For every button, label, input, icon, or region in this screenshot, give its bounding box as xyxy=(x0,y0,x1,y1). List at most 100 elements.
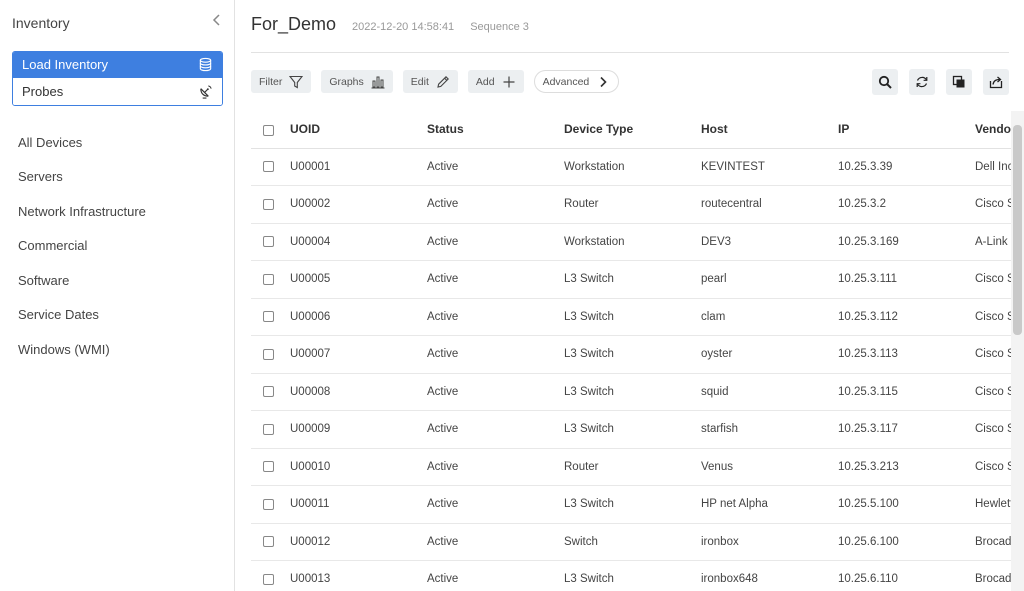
column-header-device-type[interactable]: Device Type xyxy=(564,111,701,149)
cell-status: Active xyxy=(427,485,564,524)
column-header-status[interactable]: Status xyxy=(427,111,564,149)
cell-vendor: Cisco Systems xyxy=(975,373,1011,411)
timestamp: 2022-12-20 14:58:41 xyxy=(352,21,455,33)
scrollbar-thumb[interactable] xyxy=(1013,125,1022,335)
table-row[interactable]: U00007 Active L3 Switch oyster 10.25.3.113 Ci… xyxy=(251,335,1011,374)
table-row[interactable]: U00009 Active L3 Switch starfish 10.25.3.117… xyxy=(251,410,1011,449)
row-checkbox[interactable] xyxy=(263,311,274,323)
probes-button[interactable]: Probes xyxy=(13,78,222,105)
cell-ip: 10.25.5.100 xyxy=(838,485,975,524)
sidebar-item-network-infrastructure[interactable]: Network Infrastructure xyxy=(0,194,234,229)
table-header-row: UOID Status Device Type Host IP Vendor xyxy=(251,111,1011,149)
sidebar: Inventory Load Inventory Probes All Devi… xyxy=(0,0,235,591)
select-all-checkbox[interactable] xyxy=(263,124,274,136)
sidebar-item-all-devices[interactable]: All Devices xyxy=(0,125,234,160)
cell-device-type: L3 Switch xyxy=(564,560,701,591)
sidebar-item-software[interactable]: Software xyxy=(0,263,234,298)
sidebar-item-commercial[interactable]: Commercial xyxy=(0,229,234,264)
export-button[interactable] xyxy=(983,69,1009,95)
filter-icon xyxy=(289,75,304,88)
filter-button[interactable]: Filter xyxy=(251,70,312,93)
cell-vendor: Cisco Systems xyxy=(975,260,1011,299)
edit-label: Edit xyxy=(410,75,429,88)
search-button[interactable] xyxy=(872,69,898,95)
chevron-left-icon xyxy=(212,14,220,26)
table-row[interactable]: U00010 Active Router Venus 10.25.3.213 Cisco … xyxy=(251,448,1011,486)
cell-status: Active xyxy=(427,298,564,336)
row-checkbox[interactable] xyxy=(263,461,274,473)
row-checkbox[interactable] xyxy=(263,236,274,248)
row-checkbox[interactable] xyxy=(263,573,274,585)
row-checkbox[interactable] xyxy=(263,498,274,510)
cell-uoid: U00005 xyxy=(290,260,427,299)
divider xyxy=(251,52,1009,53)
table-row[interactable]: U00013 Active L3 Switch ironbox648 10.25.6.1… xyxy=(251,560,1011,591)
cell-vendor: Brocade xyxy=(975,523,1011,561)
edit-button[interactable]: Edit xyxy=(402,70,458,93)
sidebar-item-servers[interactable]: Servers xyxy=(0,160,234,195)
cell-host: routecentral xyxy=(701,185,838,224)
load-inventory-label: Load Inventory xyxy=(22,57,109,72)
bar-chart-icon xyxy=(371,76,385,88)
copy-icon xyxy=(952,75,965,88)
cell-status: Active xyxy=(427,260,564,299)
cell-device-type: Workstation xyxy=(564,223,701,261)
column-header-uoid[interactable]: UOID xyxy=(290,111,427,149)
pencil-icon xyxy=(437,75,449,88)
cell-status: Active xyxy=(427,335,564,374)
cell-uoid: U00011 xyxy=(290,485,427,524)
cell-device-type: L3 Switch xyxy=(564,373,701,411)
row-checkbox[interactable] xyxy=(263,423,274,435)
table-row[interactable]: U00001 Active Workstation KEVINTEST 10.25.3.… xyxy=(251,148,1011,186)
row-checkbox[interactable] xyxy=(263,198,274,210)
sidebar-item-service-dates[interactable]: Service Dates xyxy=(0,298,234,333)
cell-ip: 10.25.3.112 xyxy=(838,298,975,336)
sidebar-item-windows-wmi[interactable]: Windows (WMI) xyxy=(0,332,234,367)
table-row[interactable]: U00011 Active L3 Switch HP net Alpha 10.25.5… xyxy=(251,485,1011,524)
row-checkbox[interactable] xyxy=(263,348,274,360)
load-inventory-button[interactable]: Load Inventory xyxy=(13,52,222,78)
table-row[interactable]: U00006 Active L3 Switch clam 10.25.3.112 Cisc… xyxy=(251,298,1011,336)
row-checkbox[interactable] xyxy=(263,273,274,285)
advanced-button[interactable]: Advanced xyxy=(533,70,620,93)
cell-ip: 10.25.3.115 xyxy=(838,373,975,411)
cell-status: Active xyxy=(427,223,564,261)
table-row[interactable]: U00004 Active Workstation DEV3 10.25.3.169 A-… xyxy=(251,223,1011,261)
graphs-button[interactable]: Graphs xyxy=(321,70,393,93)
table-row[interactable]: U00005 Active L3 Switch pearl 10.25.3.111 Cis… xyxy=(251,260,1011,299)
column-header-vendor[interactable]: Vendor xyxy=(975,111,1011,149)
row-checkbox[interactable] xyxy=(263,161,274,173)
row-checkbox[interactable] xyxy=(263,536,274,548)
refresh-button[interactable] xyxy=(909,69,935,95)
cell-ip: 10.25.3.113 xyxy=(838,335,975,374)
cell-vendor: Cisco Systems xyxy=(975,298,1011,336)
cell-host: HP net Alpha xyxy=(701,485,838,524)
column-header-ip[interactable]: IP xyxy=(838,111,975,149)
toolbar-right xyxy=(861,69,1009,95)
add-button[interactable]: Add xyxy=(467,70,524,93)
satellite-dish-icon xyxy=(200,85,212,99)
cell-vendor: Hewlett-Packard xyxy=(975,485,1011,524)
cell-ip: 10.25.3.169 xyxy=(838,223,975,261)
row-checkbox[interactable] xyxy=(263,386,274,398)
column-header-host[interactable]: Host xyxy=(701,111,838,149)
cell-host: oyster xyxy=(701,335,838,374)
table-row[interactable]: U00012 Active Switch ironbox 10.25.6.100 Broc… xyxy=(251,523,1011,561)
collapse-sidebar-button[interactable] xyxy=(211,13,225,29)
cell-vendor: Cisco Systems xyxy=(975,410,1011,449)
export-icon xyxy=(989,76,1003,89)
table-row[interactable]: U00002 Active Router routecentral 10.25.3.2 C… xyxy=(251,185,1011,224)
cell-status: Active xyxy=(427,185,564,224)
copy-button[interactable] xyxy=(946,69,972,95)
chevron-right-icon xyxy=(600,76,607,87)
cell-device-type: Switch xyxy=(564,523,701,561)
sequence-label: Sequence 3 xyxy=(470,21,529,33)
cell-status: Active xyxy=(427,373,564,411)
cell-host: pearl xyxy=(701,260,838,299)
cell-vendor: Cisco Systems xyxy=(975,448,1011,486)
cell-vendor: Brocade xyxy=(975,560,1011,591)
cell-ip: 10.25.6.110 xyxy=(838,560,975,591)
table-row[interactable]: U00008 Active L3 Switch squid 10.25.3.115 Cis… xyxy=(251,373,1011,411)
vertical-scrollbar[interactable] xyxy=(1011,111,1024,591)
cell-ip: 10.25.3.2 xyxy=(838,185,975,224)
